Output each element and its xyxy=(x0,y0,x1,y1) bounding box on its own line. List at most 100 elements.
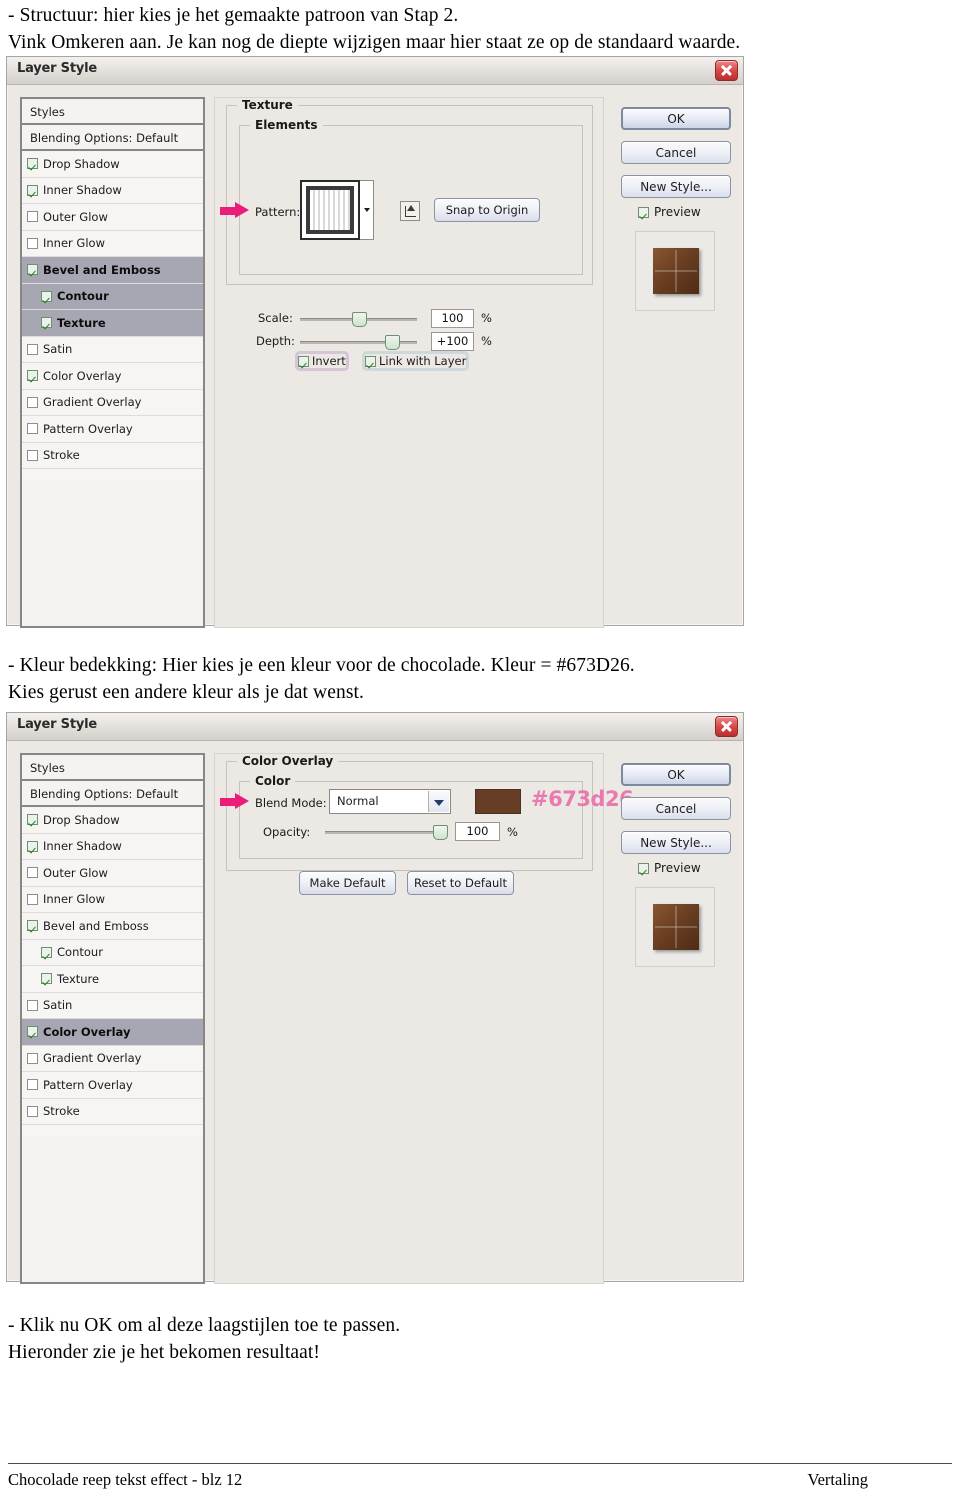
intro-paragraph: - Structuur: hier kies je het gemaakte p… xyxy=(8,2,948,56)
invert-checkbox[interactable] xyxy=(298,355,309,367)
preview-checkbox-row[interactable]: Preview xyxy=(638,205,701,219)
blending-options-row[interactable]: Blending Options: Default xyxy=(22,125,203,151)
color-swatch[interactable] xyxy=(475,789,521,814)
close-icon[interactable] xyxy=(715,716,738,737)
make-default-button[interactable]: Make Default xyxy=(299,871,396,895)
effect-checkbox[interactable] xyxy=(27,423,38,435)
effect-label: Bevel and Emboss xyxy=(43,918,149,933)
effect-row-contour[interactable]: Contour xyxy=(22,283,203,310)
effect-row-stroke[interactable]: Stroke xyxy=(22,1098,203,1125)
dialog-titlebar[interactable]: Layer Style xyxy=(7,713,743,741)
effect-checkbox[interactable] xyxy=(27,840,38,852)
preview-checkbox[interactable] xyxy=(638,862,649,874)
ok-button[interactable]: OK xyxy=(621,107,731,130)
effect-row-inner-glow[interactable]: Inner Glow xyxy=(22,230,203,257)
effect-row-texture[interactable]: Texture xyxy=(22,966,203,993)
footer-divider xyxy=(8,1463,952,1464)
effect-checkbox[interactable] xyxy=(27,1052,38,1064)
styles-panel-tail xyxy=(20,480,205,628)
effect-row-satin[interactable]: Satin xyxy=(22,992,203,1019)
styles-list-panel[interactable]: Styles Blending Options: Default Drop Sh… xyxy=(20,753,205,1157)
blending-options-row[interactable]: Blending Options: Default xyxy=(22,781,203,807)
effect-row-inner-shadow[interactable]: Inner Shadow xyxy=(22,833,203,860)
close-icon[interactable] xyxy=(715,60,738,81)
new-style-button[interactable]: New Style... xyxy=(621,175,731,198)
dialog-titlebar[interactable]: Layer Style xyxy=(7,57,743,85)
preview-checkbox[interactable] xyxy=(638,206,649,218)
preview-label: Preview xyxy=(654,861,701,875)
opacity-value-input[interactable]: 100 xyxy=(455,822,500,841)
effect-checkbox[interactable] xyxy=(27,1079,38,1091)
link-with-layer-checkbox[interactable] xyxy=(365,355,376,367)
effect-checkbox[interactable] xyxy=(41,946,52,958)
effect-row-pattern-overlay[interactable]: Pattern Overlay xyxy=(22,1072,203,1099)
preview-checkbox-row[interactable]: Preview xyxy=(638,861,701,875)
effect-checkbox[interactable] xyxy=(27,343,38,355)
opacity-slider-knob[interactable] xyxy=(433,825,448,840)
blend-mode-select[interactable]: Normal xyxy=(329,789,451,814)
new-pattern-icon[interactable] xyxy=(400,201,420,221)
effects-list[interactable]: Drop Shadow Inner Shadow Outer Glow Inner G… xyxy=(22,151,203,469)
effect-row-color-overlay[interactable]: Color Overlay xyxy=(22,1019,203,1046)
effect-checkbox[interactable] xyxy=(27,184,38,196)
effect-row-color-overlay[interactable]: Color Overlay xyxy=(22,363,203,390)
snap-to-origin-button[interactable]: Snap to Origin xyxy=(434,198,540,222)
effect-row-satin[interactable]: Satin xyxy=(22,336,203,363)
styles-list-panel[interactable]: Styles Blending Options: Default Drop Sh… xyxy=(20,97,205,501)
effect-row-drop-shadow[interactable]: Drop Shadow xyxy=(22,151,203,178)
layer-style-dialog-texture[interactable]: Layer Style Styles Blending Options: Def… xyxy=(6,56,744,628)
cancel-button[interactable]: Cancel xyxy=(621,797,731,820)
opacity-slider-track[interactable] xyxy=(325,831,440,834)
effect-row-drop-shadow[interactable]: Drop Shadow xyxy=(22,807,203,834)
ok-button[interactable]: OK xyxy=(621,763,731,786)
effects-list[interactable]: Drop Shadow Inner Shadow Outer Glow Inner G… xyxy=(22,807,203,1125)
pattern-picker-dropdown[interactable] xyxy=(360,180,374,240)
effect-checkbox[interactable] xyxy=(27,449,38,461)
effect-row-outer-glow[interactable]: Outer Glow xyxy=(22,860,203,887)
effect-checkbox[interactable] xyxy=(27,1105,38,1117)
effect-checkbox[interactable] xyxy=(41,290,52,302)
styles-list-header[interactable]: Styles xyxy=(22,755,203,781)
effect-row-texture[interactable]: Texture xyxy=(22,310,203,337)
scale-value-input[interactable]: 100 xyxy=(431,309,474,328)
effect-checkbox[interactable] xyxy=(27,237,38,249)
depth-value-input[interactable]: +100 xyxy=(431,332,474,351)
effect-label: Drop Shadow xyxy=(43,812,120,827)
effect-row-gradient-overlay[interactable]: Gradient Overlay xyxy=(22,389,203,416)
chevron-down-icon[interactable] xyxy=(428,791,449,812)
effect-checkbox[interactable] xyxy=(27,867,38,879)
effect-checkbox[interactable] xyxy=(41,317,52,329)
layer-style-dialog-color-overlay[interactable]: Layer Style Styles Blending Options: Def… xyxy=(6,712,744,1284)
effect-row-stroke[interactable]: Stroke xyxy=(22,442,203,469)
new-style-button[interactable]: New Style... xyxy=(621,831,731,854)
effect-checkbox[interactable] xyxy=(27,893,38,905)
preview-label: Preview xyxy=(654,205,701,219)
effect-checkbox[interactable] xyxy=(27,999,38,1011)
effect-checkbox[interactable] xyxy=(27,370,38,382)
effect-checkbox[interactable] xyxy=(27,264,38,276)
reset-to-default-button[interactable]: Reset to Default xyxy=(407,871,514,895)
effect-checkbox[interactable] xyxy=(27,1026,38,1038)
effect-checkbox[interactable] xyxy=(41,973,52,985)
effect-checkbox[interactable] xyxy=(27,211,38,223)
styles-list-header[interactable]: Styles xyxy=(22,99,203,125)
effect-checkbox[interactable] xyxy=(27,814,38,826)
scale-slider-knob[interactable] xyxy=(352,312,367,327)
pattern-swatch[interactable] xyxy=(300,180,360,240)
effect-row-outer-glow[interactable]: Outer Glow xyxy=(22,204,203,231)
effect-row-bevel-and-emboss[interactable]: Bevel and Emboss xyxy=(22,257,203,284)
link-with-layer-row[interactable]: Link with Layer xyxy=(365,354,466,368)
effect-row-pattern-overlay[interactable]: Pattern Overlay xyxy=(22,416,203,443)
effect-checkbox[interactable] xyxy=(27,920,38,932)
depth-slider-knob[interactable] xyxy=(385,335,400,350)
effect-row-inner-shadow[interactable]: Inner Shadow xyxy=(22,177,203,204)
effect-row-bevel-and-emboss[interactable]: Bevel and Emboss xyxy=(22,913,203,940)
effect-row-contour[interactable]: Contour xyxy=(22,939,203,966)
effect-checkbox[interactable] xyxy=(27,158,38,170)
effect-row-gradient-overlay[interactable]: Gradient Overlay xyxy=(22,1045,203,1072)
cancel-button[interactable]: Cancel xyxy=(621,141,731,164)
invert-checkbox-row[interactable]: Invert xyxy=(298,354,346,368)
effect-checkbox[interactable] xyxy=(27,396,38,408)
effect-row-inner-glow[interactable]: Inner Glow xyxy=(22,886,203,913)
dialog-body: Styles Blending Options: Default Drop Sh… xyxy=(7,85,743,628)
